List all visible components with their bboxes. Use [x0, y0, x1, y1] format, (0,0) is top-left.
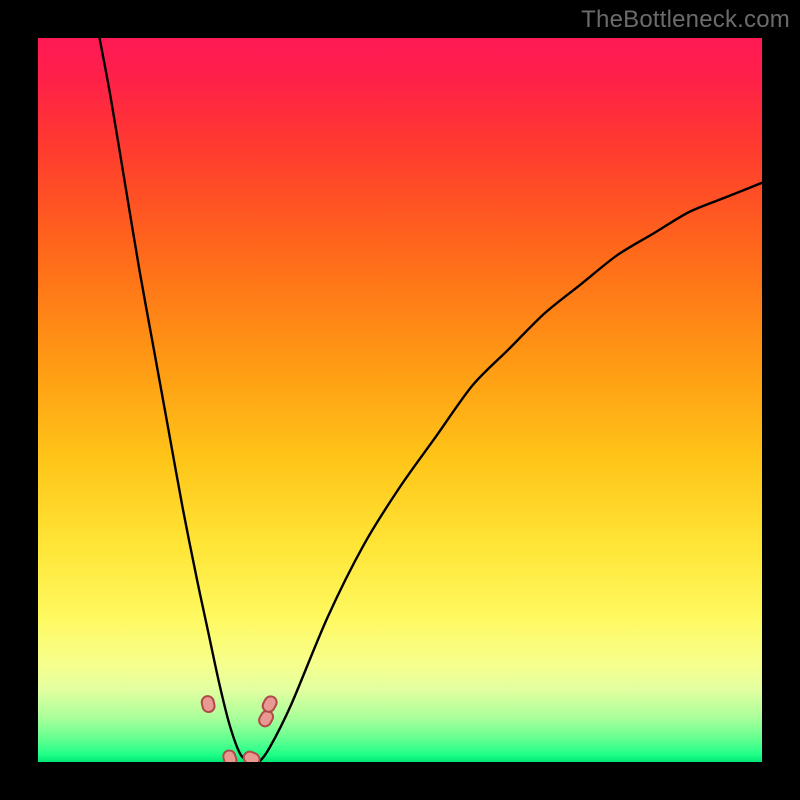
watermark-text: TheBottleneck.com: [581, 6, 790, 34]
chart-frame: TheBottleneck.com: [0, 0, 800, 800]
gradient-background: [38, 38, 762, 762]
bottleneck-chart: [38, 38, 762, 762]
plot-area: [38, 38, 762, 762]
